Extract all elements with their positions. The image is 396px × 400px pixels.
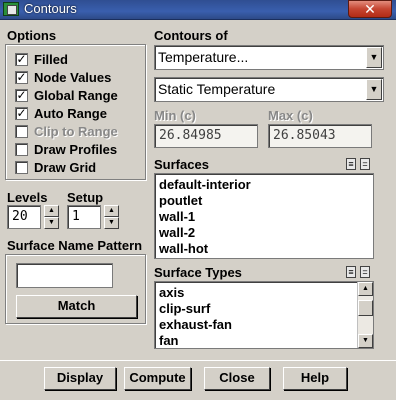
list-item[interactable]: default-interior: [159, 177, 251, 193]
contours-of-heading: Contours of: [154, 28, 228, 43]
levels-down-button[interactable]: ▼: [44, 217, 59, 229]
list-item[interactable]: fan: [159, 333, 179, 348]
list-item[interactable]: poutlet: [159, 193, 202, 209]
setup-down-button[interactable]: ▼: [104, 217, 119, 229]
surface-types-deselect-all-button[interactable]: =: [360, 266, 370, 278]
option-checkbox-filled[interactable]: ✓: [15, 53, 28, 66]
app-icon: [3, 2, 19, 16]
surface-types-scrollbar[interactable]: ▲ ▼: [357, 282, 373, 348]
option-label: Draw Grid: [34, 160, 97, 175]
option-label: Auto Range: [34, 106, 107, 121]
window-title: Contours: [24, 1, 77, 16]
scroll-up-button[interactable]: ▲: [358, 282, 373, 296]
surface-types-select-all-button[interactable]: ≡: [346, 266, 356, 278]
max-value-field[interactable]: 26.85043: [268, 124, 372, 148]
max-label: Max (c): [268, 108, 313, 123]
display-button[interactable]: Display: [44, 367, 116, 390]
match-button[interactable]: Match: [16, 295, 137, 318]
min-value-field[interactable]: 26.84985: [154, 124, 258, 148]
list-item[interactable]: exhaust-fan: [159, 317, 232, 333]
levels-up-button[interactable]: ▲: [44, 205, 59, 217]
option-label: Filled: [34, 52, 68, 67]
option-checkbox-clip-to-range: [15, 125, 28, 138]
surfaces-heading: Surfaces: [154, 157, 209, 172]
list-item[interactable]: wall-1: [159, 209, 195, 225]
option-checkbox-draw-grid[interactable]: [15, 161, 28, 174]
scroll-thumb[interactable]: [358, 300, 373, 316]
surfaces-deselect-all-button[interactable]: =: [360, 158, 370, 170]
list-item[interactable]: clip-surf: [159, 301, 210, 317]
setup-up-button[interactable]: ▲: [104, 205, 119, 217]
surface-name-pattern-label: Surface Name Pattern: [7, 238, 143, 253]
contour-quantity-dropdown[interactable]: Static Temperature ▼: [154, 77, 384, 102]
close-button[interactable]: Close: [204, 367, 270, 390]
contour-quantity-value: Static Temperature: [158, 81, 276, 97]
list-item[interactable]: axis: [159, 285, 184, 301]
help-button[interactable]: Help: [283, 367, 347, 390]
surfaces-select-all-button[interactable]: ≡: [346, 158, 356, 170]
list-item[interactable]: wall-2: [159, 225, 195, 241]
option-label: Draw Profiles: [34, 142, 118, 157]
min-label: Min (c): [154, 108, 196, 123]
option-checkbox-draw-profiles[interactable]: [15, 143, 28, 156]
setup-input[interactable]: 1: [67, 205, 101, 229]
option-label: Clip to Range: [34, 124, 118, 139]
levels-label: Levels: [7, 190, 48, 205]
setup-label: Setup: [67, 190, 104, 205]
bottom-separator: [0, 360, 396, 361]
scroll-down-button[interactable]: ▼: [358, 334, 373, 348]
option-label: Node Values: [34, 70, 112, 85]
surface-name-pattern-input[interactable]: [16, 263, 113, 288]
contour-category-value: Temperature...: [158, 49, 249, 65]
option-checkbox-global-range[interactable]: ✓: [15, 89, 28, 102]
surfaces-list[interactable]: default-interior poutlet wall-1 wall-2 wall-…: [154, 173, 374, 259]
option-label: Global Range: [34, 88, 118, 103]
option-checkbox-auto-range[interactable]: ✓: [15, 107, 28, 120]
list-item[interactable]: wall-hot: [159, 241, 208, 257]
contour-category-dropdown[interactable]: Temperature... ▼: [154, 45, 384, 70]
surface-types-list[interactable]: axis clip-surf exhaust-fan fan ▲ ▼: [154, 281, 374, 349]
compute-button[interactable]: Compute: [124, 367, 191, 390]
surface-types-heading: Surface Types: [154, 265, 242, 280]
chevron-down-icon[interactable]: ▼: [366, 79, 382, 100]
chevron-down-icon[interactable]: ▼: [366, 47, 382, 68]
options-heading: Options: [7, 28, 57, 43]
window-close-button[interactable]: ✕: [348, 0, 392, 18]
levels-input[interactable]: 20: [7, 205, 41, 229]
option-checkbox-node-values[interactable]: ✓: [15, 71, 28, 84]
